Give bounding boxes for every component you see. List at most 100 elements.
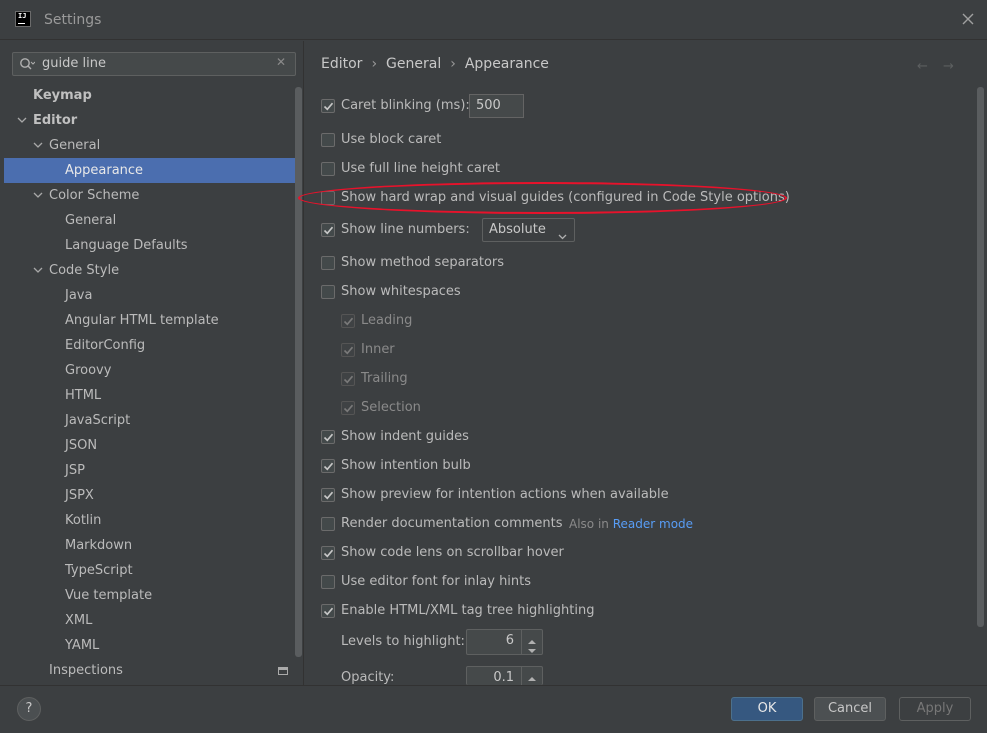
whitespaces-label: Show whitespaces bbox=[341, 284, 461, 299]
tree-item[interactable]: Color Scheme bbox=[4, 183, 300, 208]
back-arrow-icon[interactable]: ← bbox=[917, 59, 928, 74]
spinner-up-icon[interactable] bbox=[527, 671, 537, 681]
code-lens-label: Show code lens on scrollbar hover bbox=[341, 545, 564, 560]
block-caret-checkbox[interactable] bbox=[321, 133, 335, 147]
spinner-divider bbox=[521, 667, 522, 685]
reader-mode-link[interactable]: Reader mode bbox=[613, 517, 693, 531]
ok-button[interactable]: OK bbox=[731, 697, 803, 721]
tree-item[interactable]: Code Style bbox=[4, 258, 300, 283]
intellij-app-icon: IJ bbox=[15, 11, 31, 27]
levels-value: 6 bbox=[505, 633, 514, 648]
tree-item-label: General bbox=[65, 213, 117, 228]
inner-label: Inner bbox=[361, 342, 395, 357]
tree-item[interactable]: Editor bbox=[4, 108, 300, 133]
method-separators-checkbox[interactable] bbox=[321, 256, 335, 270]
also-in-note: Also in Reader mode bbox=[569, 517, 693, 531]
tree-item-label: JSP bbox=[65, 463, 85, 478]
tree-item[interactable]: HTML bbox=[4, 383, 300, 408]
editor-font-inlay-checkbox[interactable] bbox=[321, 575, 335, 589]
tree-item[interactable]: XML bbox=[4, 608, 300, 633]
tree-item-label: Angular HTML template bbox=[65, 313, 219, 328]
search-input[interactable]: guide line ✕ bbox=[12, 52, 296, 76]
tree-item-label: Language Defaults bbox=[65, 238, 188, 253]
tree-item-label: Vue template bbox=[65, 588, 153, 603]
whitespaces-checkbox[interactable] bbox=[321, 285, 335, 299]
block-caret-label: Use block caret bbox=[341, 132, 442, 147]
breadcrumb-editor[interactable]: Editor bbox=[321, 56, 362, 72]
breadcrumb: Editor › General › Appearance bbox=[321, 56, 549, 72]
render-docs-checkbox[interactable] bbox=[321, 517, 335, 531]
code-lens-checkbox[interactable] bbox=[321, 546, 335, 560]
tree-item[interactable]: JSON bbox=[4, 433, 300, 458]
levels-spinner[interactable]: 6 bbox=[466, 629, 543, 655]
intention-bulb-checkbox[interactable] bbox=[321, 459, 335, 473]
also-in-text: Also in bbox=[569, 517, 609, 531]
line-numbers-dropdown-value: Absolute bbox=[489, 222, 546, 237]
tree-item[interactable]: JSPX bbox=[4, 483, 300, 508]
tree-item[interactable]: General bbox=[4, 208, 300, 233]
close-icon[interactable] bbox=[961, 12, 977, 28]
leading-label: Leading bbox=[361, 313, 413, 328]
tree-item[interactable]: Kotlin bbox=[4, 508, 300, 533]
tree-item[interactable]: Groovy bbox=[4, 358, 300, 383]
tree-item[interactable]: JSP bbox=[4, 458, 300, 483]
sidebar-scrollbar[interactable] bbox=[295, 87, 302, 657]
window-title: Settings bbox=[44, 12, 102, 28]
tree-item-label: Appearance bbox=[65, 163, 144, 178]
tree-item[interactable]: YAML bbox=[4, 633, 300, 658]
trailing-checkbox bbox=[341, 372, 355, 386]
clear-search-icon[interactable]: ✕ bbox=[276, 55, 286, 69]
breadcrumb-general[interactable]: General bbox=[386, 56, 441, 72]
intention-bulb-label: Show intention bulb bbox=[341, 458, 471, 473]
breadcrumb-appearance: Appearance bbox=[464, 56, 549, 72]
opacity-spinner[interactable]: 0.1 bbox=[466, 666, 543, 685]
spinner-down-icon[interactable] bbox=[527, 644, 537, 653]
tree-item-label: Keymap bbox=[33, 88, 92, 103]
tree-item-label: HTML bbox=[65, 388, 102, 403]
tree-item-label: Color Scheme bbox=[49, 188, 140, 203]
chevron-down-icon[interactable] bbox=[32, 258, 44, 283]
tree-item-label: Code Style bbox=[49, 263, 120, 278]
line-numbers-dropdown[interactable]: Absolute bbox=[482, 218, 575, 242]
spinner-up-icon[interactable] bbox=[527, 634, 537, 644]
full-line-caret-checkbox[interactable] bbox=[321, 162, 335, 176]
tag-tree-label: Enable HTML/XML tag tree highlighting bbox=[341, 603, 595, 618]
tree-item[interactable]: General bbox=[4, 133, 300, 158]
caret-blinking-checkbox[interactable] bbox=[321, 99, 335, 113]
caret-blinking-input[interactable]: 500 bbox=[469, 94, 524, 118]
tag-tree-checkbox[interactable] bbox=[321, 604, 335, 618]
tree-item-label: Kotlin bbox=[65, 513, 102, 528]
inner-checkbox bbox=[341, 343, 355, 357]
editor-font-inlay-label: Use editor font for inlay hints bbox=[341, 574, 532, 589]
tree-item[interactable]: JavaScript bbox=[4, 408, 300, 433]
preview-intention-checkbox[interactable] bbox=[321, 488, 335, 502]
trailing-label: Trailing bbox=[361, 371, 408, 386]
tree-item[interactable]: Language Defaults bbox=[4, 233, 300, 258]
indent-guides-label: Show indent guides bbox=[341, 429, 469, 444]
cancel-button[interactable]: Cancel bbox=[814, 697, 886, 721]
chevron-down-icon[interactable] bbox=[16, 108, 28, 133]
chevron-down-icon[interactable] bbox=[32, 133, 44, 158]
apply-button[interactable]: Apply bbox=[899, 697, 971, 721]
tree-item[interactable]: Java bbox=[4, 283, 300, 308]
chevron-down-icon[interactable] bbox=[32, 183, 44, 208]
help-button[interactable]: ? bbox=[17, 697, 41, 721]
tree-item[interactable]: TypeScript bbox=[4, 558, 300, 583]
content-scrollbar[interactable] bbox=[977, 87, 984, 627]
tree-item[interactable]: Keymap bbox=[4, 83, 300, 108]
tree-item[interactable]: Inspections bbox=[4, 658, 300, 683]
tree-item[interactable]: Angular HTML template bbox=[4, 308, 300, 333]
breadcrumb-separator: › bbox=[371, 56, 378, 72]
indent-guides-checkbox[interactable] bbox=[321, 430, 335, 444]
forward-arrow-icon[interactable]: → bbox=[943, 59, 954, 74]
tree-item[interactable]: Appearance bbox=[4, 158, 300, 183]
settings-sidebar: guide line ✕ Keymap Editor General Appearan… bbox=[0, 41, 304, 685]
line-numbers-checkbox[interactable] bbox=[321, 223, 335, 237]
tree-item[interactable]: Markdown bbox=[4, 533, 300, 558]
tree-item[interactable]: EditorConfig bbox=[4, 333, 300, 358]
render-docs-label: Render documentation comments bbox=[341, 516, 563, 531]
selection-checkbox bbox=[341, 401, 355, 415]
opacity-label: Opacity: bbox=[341, 670, 395, 685]
tree-item-label: EditorConfig bbox=[65, 338, 146, 353]
tree-item[interactable]: Vue template bbox=[4, 583, 300, 608]
